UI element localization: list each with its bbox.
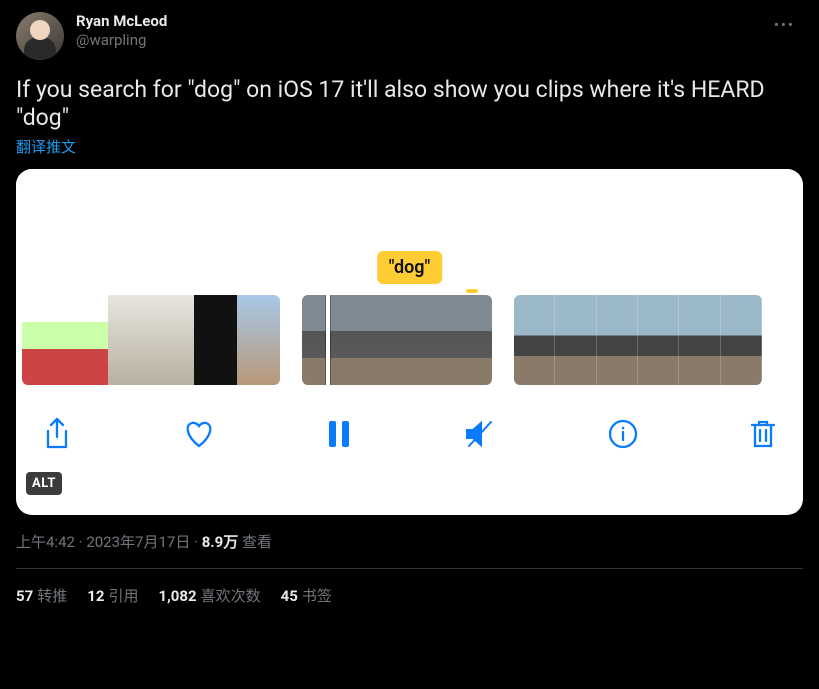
playhead[interactable] <box>326 295 330 385</box>
tweet-stats: 57转推 12引用 1,082喜欢次数 45书签 <box>16 569 803 622</box>
info-icon[interactable] <box>607 418 639 450</box>
media-card[interactable]: "dog" <box>16 169 803 515</box>
heart-icon[interactable] <box>182 419 216 449</box>
caption-bubble: "dog" <box>377 251 443 284</box>
pause-icon[interactable] <box>326 419 352 449</box>
translate-link[interactable]: 翻译推文 <box>16 136 76 157</box>
mute-icon[interactable] <box>463 419 497 449</box>
retweet-stat[interactable]: 57转推 <box>16 585 67 606</box>
share-icon[interactable] <box>42 417 72 451</box>
quote-stat[interactable]: 12引用 <box>87 585 138 606</box>
playhead-marker <box>466 289 478 293</box>
clip-group-3[interactable] <box>514 295 762 385</box>
tweet-time: 上午4:42 <box>16 533 75 551</box>
clip-group-1[interactable] <box>22 295 280 385</box>
media-preview-top: "dog" <box>16 169 803 295</box>
tweet-header: Ryan McLeod @warpling ••• <box>16 12 803 60</box>
author-names[interactable]: Ryan McLeod @warpling <box>76 12 167 50</box>
video-scrubber[interactable] <box>16 295 803 389</box>
bookmark-stat[interactable]: 45书签 <box>281 585 332 606</box>
video-toolbar <box>16 389 803 481</box>
tweet-container: Ryan McLeod @warpling ••• If you search … <box>0 0 819 622</box>
tweet-text: If you search for "dog" on iOS 17 it'll … <box>16 76 803 132</box>
view-label: 查看 <box>238 533 272 551</box>
handle: @warpling <box>76 31 167 50</box>
like-stat[interactable]: 1,082喜欢次数 <box>158 585 260 606</box>
avatar[interactable] <box>16 12 64 60</box>
trash-icon[interactable] <box>749 418 777 450</box>
tweet-meta[interactable]: 上午4:42 · 2023年7月17日 · 8.9万 查看 <box>16 531 803 552</box>
clip-group-2-active[interactable] <box>302 295 492 385</box>
display-name: Ryan McLeod <box>76 12 167 31</box>
view-count: 8.9万 <box>202 533 239 551</box>
alt-badge[interactable]: ALT <box>26 472 62 495</box>
tweet-date: 2023年7月17日 <box>86 533 190 551</box>
more-options-button[interactable]: ••• <box>766 8 803 42</box>
